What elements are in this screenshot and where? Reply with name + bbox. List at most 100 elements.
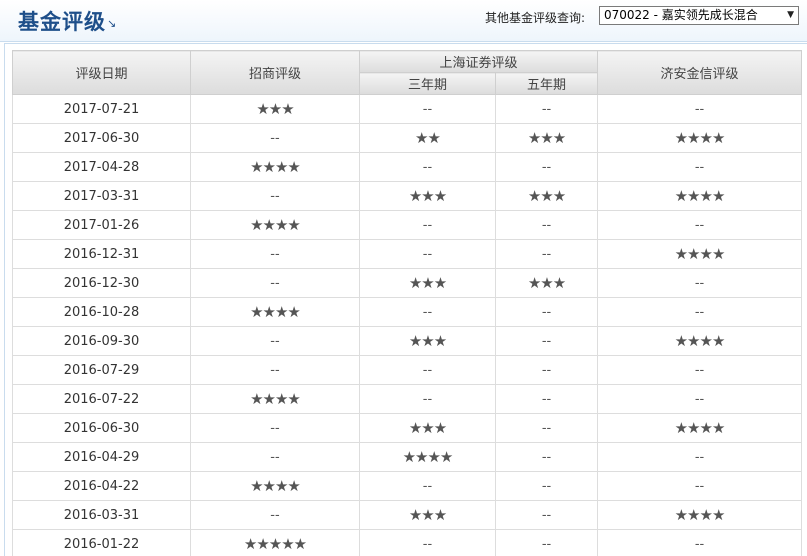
- shanghai-five-year-cell: --: [494, 413, 599, 443]
- zhaoshang-rating-cell: --: [190, 326, 360, 356]
- shanghai-three-year-cell: ★★★: [359, 326, 496, 356]
- fund-query-label: 其他基金评级查询:: [485, 11, 586, 25]
- shanghai-three-year-cell: --: [359, 210, 496, 240]
- header-three-year: 三年期: [359, 72, 496, 95]
- shanghai-five-year-cell: --: [494, 529, 599, 556]
- rating-date-cell: 2017-01-26: [12, 210, 191, 240]
- table-row: 2017-01-26 ★★★★ -- -- --: [12, 210, 803, 240]
- title-arrow-icon[interactable]: ↘: [107, 17, 116, 30]
- page-header: 基金评级 ↘ 其他基金评级查询: 070022 - 嘉实领先成长混合 ▼: [0, 0, 807, 42]
- table-row: 2016-04-22 ★★★★ -- -- --: [12, 471, 803, 501]
- shanghai-five-year-cell: --: [494, 326, 599, 356]
- shanghai-three-year-cell: ★★★: [359, 413, 496, 443]
- shanghai-five-year-cell: --: [494, 500, 599, 530]
- shanghai-three-year-cell: --: [359, 355, 496, 385]
- table-row: 2016-09-30 -- ★★★ -- ★★★★: [12, 326, 803, 356]
- jian-rating-cell: --: [597, 210, 803, 240]
- rating-date-cell: 2016-12-31: [12, 239, 191, 269]
- rating-date-cell: 2017-07-21: [12, 94, 191, 124]
- table-row: 2016-01-22 ★★★★★ -- -- --: [12, 529, 803, 556]
- zhaoshang-rating-cell: --: [190, 181, 360, 211]
- rating-date-cell: 2017-04-28: [12, 152, 191, 182]
- zhaoshang-rating-cell: ★★★★★: [190, 529, 360, 556]
- rating-date-cell: 2016-07-29: [12, 355, 191, 385]
- table-row: 2016-06-30 -- ★★★ -- ★★★★: [12, 413, 803, 443]
- zhaoshang-rating-cell: --: [190, 413, 360, 443]
- jian-rating-cell: --: [597, 355, 803, 385]
- shanghai-five-year-cell: ★★★: [494, 268, 599, 298]
- table-row: 2016-12-31 -- -- -- ★★★★: [12, 239, 803, 269]
- shanghai-five-year-cell: ★★★: [494, 123, 599, 153]
- jian-rating-cell: ★★★★: [597, 239, 803, 269]
- rating-date-cell: 2016-10-28: [12, 297, 191, 327]
- zhaoshang-rating-cell: --: [190, 355, 360, 385]
- shanghai-five-year-cell: --: [494, 355, 599, 385]
- header-five-year: 五年期: [494, 72, 599, 95]
- jian-rating-cell: --: [597, 471, 803, 501]
- table-row: 2016-12-30 -- ★★★ ★★★ --: [12, 268, 803, 298]
- jian-rating-cell: ★★★★: [597, 413, 803, 443]
- shanghai-five-year-cell: --: [494, 297, 599, 327]
- shanghai-three-year-cell: ★★: [359, 123, 496, 153]
- zhaoshang-rating-cell: ★★★★: [190, 152, 360, 182]
- table-row: 2017-04-28 ★★★★ -- -- --: [12, 152, 803, 182]
- zhaoshang-rating-cell: --: [190, 268, 360, 298]
- table-row: 2016-07-29 -- -- -- --: [12, 355, 803, 385]
- jian-rating-cell: --: [597, 384, 803, 414]
- shanghai-five-year-cell: --: [494, 239, 599, 269]
- rating-table-body: 2017-07-21 ★★★ -- -- -- 2017-06-30 -- ★★ ★★★ ★★★★…: [12, 94, 803, 556]
- jian-rating-cell: --: [597, 152, 803, 182]
- header-rating-date: 评级日期: [12, 50, 191, 95]
- jian-rating-cell: ★★★★: [597, 181, 803, 211]
- zhaoshang-rating-cell: ★★★★: [190, 297, 360, 327]
- shanghai-three-year-cell: --: [359, 239, 496, 269]
- shanghai-three-year-cell: --: [359, 94, 496, 124]
- jian-rating-cell: --: [597, 268, 803, 298]
- jian-rating-cell: --: [597, 529, 803, 556]
- rating-date-cell: 2017-06-30: [12, 123, 191, 153]
- jian-rating-cell: ★★★★: [597, 326, 803, 356]
- header-zhaoshang-rating: 招商评级: [190, 50, 360, 95]
- zhaoshang-rating-cell: --: [190, 123, 360, 153]
- rating-date-cell: 2016-06-30: [12, 413, 191, 443]
- jian-rating-cell: --: [597, 94, 803, 124]
- table-row: 2016-10-28 ★★★★ -- -- --: [12, 297, 803, 327]
- table-row: 2016-03-31 -- ★★★ -- ★★★★: [12, 500, 803, 530]
- shanghai-three-year-cell: ★★★: [359, 268, 496, 298]
- rating-date-cell: 2016-03-31: [12, 500, 191, 530]
- shanghai-five-year-cell: --: [494, 471, 599, 501]
- header-jian-rating: 济安金信评级: [597, 50, 803, 95]
- shanghai-three-year-cell: --: [359, 529, 496, 556]
- zhaoshang-rating-cell: ★★★★: [190, 384, 360, 414]
- zhaoshang-rating-cell: ★★★★: [190, 210, 360, 240]
- shanghai-three-year-cell: --: [359, 384, 496, 414]
- rating-date-cell: 2017-03-31: [12, 181, 191, 211]
- rating-date-cell: 2016-07-22: [12, 384, 191, 414]
- chevron-down-icon[interactable]: ▼: [787, 7, 794, 24]
- rating-date-cell: 2016-12-30: [12, 268, 191, 298]
- table-row: 2017-03-31 -- ★★★ ★★★ ★★★★: [12, 181, 803, 211]
- jian-rating-cell: ★★★★: [597, 500, 803, 530]
- shanghai-three-year-cell: --: [359, 297, 496, 327]
- shanghai-three-year-cell: ★★★: [359, 500, 496, 530]
- shanghai-five-year-cell: --: [494, 384, 599, 414]
- shanghai-three-year-cell: --: [359, 471, 496, 501]
- rating-table-container: 评级日期 招商评级 上海证券评级 济安金信评级 三年期 五年期 2017-07-…: [4, 43, 807, 556]
- shanghai-three-year-cell: ★★★: [359, 181, 496, 211]
- shanghai-three-year-cell: ★★★★: [359, 442, 496, 472]
- rating-date-cell: 2016-04-29: [12, 442, 191, 472]
- shanghai-five-year-cell: --: [494, 152, 599, 182]
- rating-date-cell: 2016-04-22: [12, 471, 191, 501]
- page-title: 基金评级: [18, 10, 106, 34]
- shanghai-five-year-cell: --: [494, 210, 599, 240]
- table-row: 2017-06-30 -- ★★ ★★★ ★★★★: [12, 123, 803, 153]
- zhaoshang-rating-cell: ★★★: [190, 94, 360, 124]
- table-row: 2016-04-29 -- ★★★★ -- --: [12, 442, 803, 472]
- jian-rating-cell: ★★★★: [597, 123, 803, 153]
- jian-rating-cell: --: [597, 297, 803, 327]
- jian-rating-cell: --: [597, 442, 803, 472]
- fund-select-dropdown[interactable]: 070022 - 嘉实领先成长混合 ▼: [599, 6, 799, 25]
- shanghai-three-year-cell: --: [359, 152, 496, 182]
- zhaoshang-rating-cell: --: [190, 500, 360, 530]
- table-row: 2016-07-22 ★★★★ -- -- --: [12, 384, 803, 414]
